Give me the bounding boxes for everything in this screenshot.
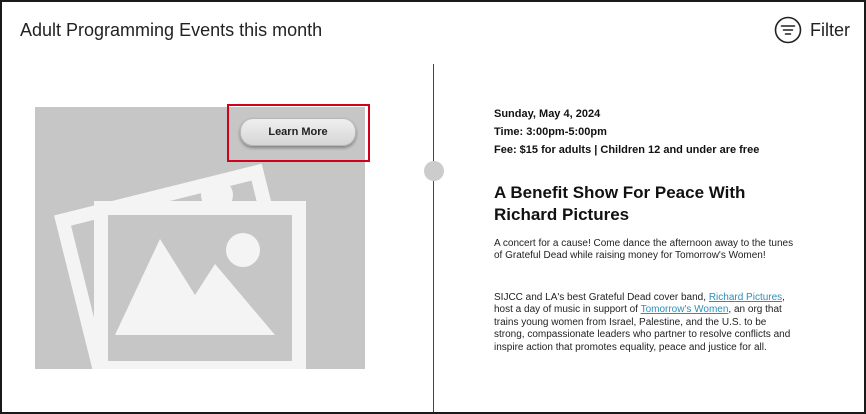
timeline-marker: [424, 161, 444, 181]
event-time: Time: 3:00pm-5:00pm: [494, 126, 607, 138]
learn-more-button[interactable]: Learn More: [240, 118, 356, 146]
event-description-intro: A concert for a cause! Come dance the af…: [494, 238, 794, 262]
filter-label: Filter: [810, 19, 850, 40]
event-description-details: SIJCC and LA's best Grateful Dead cover …: [494, 292, 799, 354]
richard-pictures-link[interactable]: Richard Pictures: [709, 292, 782, 303]
event-fee: Fee: $15 for adults | Children 12 and un…: [494, 144, 760, 156]
event-panel: Adult Programming Events this month Filt…: [0, 0, 866, 414]
description-text: SIJCC and LA's best Grateful Dead cover …: [494, 292, 709, 303]
event-date: Sunday, May 4, 2024: [494, 108, 601, 120]
filter-button[interactable]: Filter: [774, 16, 850, 44]
image-placeholder-icon: [54, 163, 306, 369]
event-title: A Benefit Show For Peace With Richard Pi…: [494, 183, 746, 224]
event-image: [35, 107, 365, 369]
tomorrows-women-link[interactable]: Tomorrow's Women: [641, 304, 729, 315]
filter-icon: [774, 16, 802, 44]
page-title: Adult Programming Events this month: [20, 20, 323, 40]
timeline-divider: [433, 64, 434, 412]
